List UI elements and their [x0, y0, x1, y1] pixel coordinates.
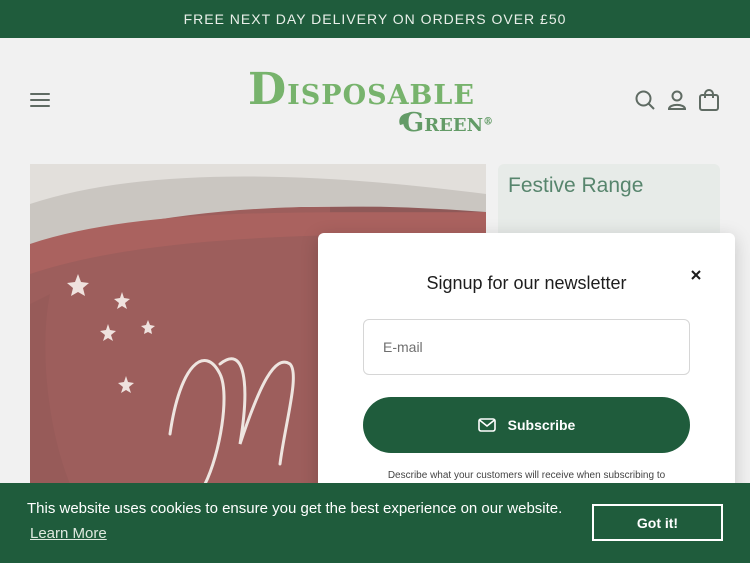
announcement-bar: FREE NEXT DAY DELIVERY ON ORDERS OVER £5… [0, 0, 750, 38]
newsletter-description: Describe what your customers will receiv… [387, 470, 666, 481]
mail-icon [477, 418, 496, 432]
accept-cookies-button[interactable]: Got it! [592, 504, 723, 541]
cookie-banner: This website uses cookies to ensure you … [0, 483, 750, 563]
announcement-text: FREE NEXT DAY DELIVERY ON ORDERS OVER £5… [183, 11, 567, 27]
email-field[interactable] [363, 319, 690, 375]
subscribe-label: Subscribe [507, 417, 576, 433]
subscribe-button[interactable]: Subscribe [363, 397, 690, 453]
learn-more-link[interactable]: Learn More [30, 525, 107, 542]
close-icon[interactable] [684, 263, 708, 287]
newsletter-title: Signup for our newsletter [426, 273, 627, 293]
cookie-message: This website uses cookies to ensure you … [27, 500, 563, 517]
